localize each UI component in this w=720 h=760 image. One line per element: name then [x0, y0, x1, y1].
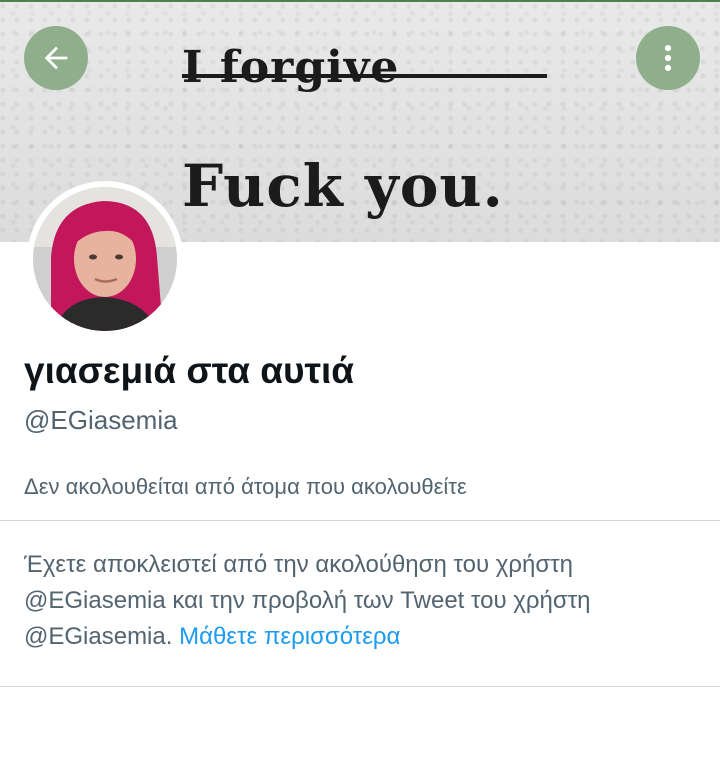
- banner-text-line1: I forgive: [182, 42, 400, 93]
- profile-display-name: γιασεμιά στα αυτιά: [24, 350, 355, 391]
- divider: [0, 520, 720, 521]
- learn-more-link[interactable]: Μάθετε περισσότερα: [179, 623, 400, 650]
- avatar-photo: [33, 187, 177, 331]
- followers-you-know-note: Δεν ακολουθείται από άτομα που ακολουθεί…: [24, 474, 467, 499]
- more-options-button[interactable]: [636, 26, 700, 90]
- profile-handle: @EGiasemia: [24, 405, 178, 435]
- blocked-notice: Έχετε αποκλειστεί από την ακολούθηση του…: [24, 547, 704, 655]
- more-vertical-icon: [664, 44, 672, 72]
- banner-text-line2: Fuck you.: [182, 152, 504, 220]
- arrow-left-icon: [44, 46, 68, 70]
- divider: [0, 686, 720, 687]
- back-button[interactable]: [24, 26, 88, 90]
- banner-strikethrough: [182, 74, 547, 78]
- avatar[interactable]: [27, 181, 183, 337]
